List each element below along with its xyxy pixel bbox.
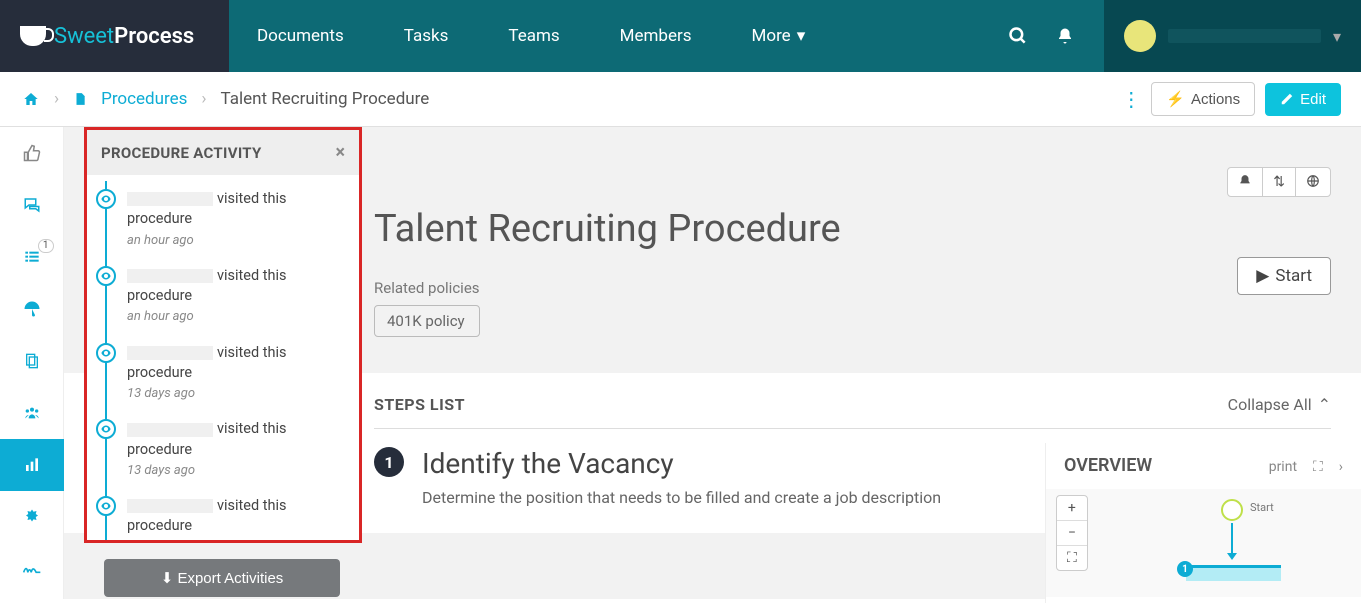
home-icon[interactable] bbox=[22, 91, 40, 107]
activity-user-placeholder bbox=[127, 423, 213, 437]
actions-label: Actions bbox=[1191, 91, 1240, 108]
rail-copy[interactable] bbox=[0, 335, 64, 387]
chevron-down-icon: ▾ bbox=[1333, 27, 1341, 46]
globe-icon[interactable] bbox=[1296, 168, 1330, 196]
activity-user-placeholder bbox=[127, 346, 213, 360]
flow-connector bbox=[1231, 523, 1233, 557]
related-label: Related policies bbox=[374, 279, 480, 297]
activity-time: an hour ago bbox=[127, 232, 345, 250]
overview-panel: OVERVIEW print ⛶ › + − ⛶ Start bbox=[1045, 443, 1361, 603]
flow-arrow-icon bbox=[1227, 553, 1237, 560]
activity-item: visited this procedure bbox=[87, 488, 359, 540]
drawer-close-icon[interactable]: × bbox=[335, 142, 345, 163]
bell-small-icon[interactable] bbox=[1228, 168, 1263, 196]
eye-icon bbox=[96, 343, 116, 363]
step-number: 1 bbox=[374, 447, 404, 477]
activity-item: visited this procedure 13 days ago bbox=[87, 411, 359, 488]
start-label: Start bbox=[1275, 266, 1312, 286]
zoom-out[interactable]: − bbox=[1057, 521, 1087, 546]
flow-start-label: Start bbox=[1250, 501, 1274, 514]
bell-icon[interactable] bbox=[1056, 26, 1074, 46]
flow-start-node[interactable] bbox=[1221, 499, 1243, 521]
activity-item: visited this procedure an hour ago bbox=[87, 181, 359, 258]
chevron-down-icon: ▾ bbox=[797, 26, 806, 46]
page-title: Talent Recruiting Procedure bbox=[374, 207, 1361, 251]
breadcrumb-parent[interactable]: Procedures bbox=[101, 89, 187, 109]
activity-time: 13 days ago bbox=[127, 462, 345, 480]
rail-teams[interactable] bbox=[0, 387, 64, 439]
logo[interactable]: SweetProcess bbox=[0, 0, 229, 72]
export-label: Export Activities bbox=[177, 570, 283, 587]
edit-label: Edit bbox=[1300, 91, 1326, 108]
eye-icon bbox=[96, 189, 116, 209]
rail-badge-icon[interactable] bbox=[0, 491, 64, 543]
nav-members[interactable]: Members bbox=[620, 26, 692, 46]
collapse-label: Collapse All bbox=[1228, 395, 1312, 414]
nav-tasks[interactable]: Tasks bbox=[404, 26, 449, 46]
drawer-body[interactable]: visited this procedure an hour ago visit… bbox=[87, 175, 359, 540]
breadcrumb: › Procedures › Talent Recruiting Procedu… bbox=[22, 89, 429, 109]
start-button[interactable]: ▶ Start bbox=[1237, 257, 1331, 295]
activity-drawer: PROCEDURE ACTIVITY × visited this proced… bbox=[84, 127, 362, 543]
brand-process: Process bbox=[114, 24, 194, 49]
nav-more[interactable]: More ▾ bbox=[752, 26, 806, 46]
activity-item: visited this procedure an hour ago bbox=[87, 258, 359, 335]
rail-badge: 1 bbox=[38, 239, 54, 253]
document-icon bbox=[73, 91, 87, 107]
rail-thumbs-up[interactable] bbox=[0, 127, 64, 179]
eye-icon bbox=[96, 266, 116, 286]
rail-tasks[interactable]: 1 bbox=[0, 231, 64, 283]
activity-user-placeholder bbox=[127, 499, 213, 513]
eye-icon bbox=[96, 419, 116, 439]
more-dots-icon[interactable]: ⋮ bbox=[1121, 87, 1141, 111]
export-activities-button[interactable]: ⬇ Export Activities bbox=[104, 559, 340, 597]
eye-icon bbox=[96, 496, 116, 516]
overview-title: OVERVIEW bbox=[1064, 455, 1257, 476]
breadcrumb-current: Talent Recruiting Procedure bbox=[221, 89, 430, 109]
rail-signature[interactable] bbox=[0, 543, 64, 595]
sort-icon[interactable]: ⇅ bbox=[1263, 168, 1296, 196]
zoom-fit[interactable]: ⛶ bbox=[1057, 546, 1087, 570]
flow-step-number: 1 bbox=[1177, 561, 1193, 577]
download-icon: ⬇ bbox=[161, 570, 174, 587]
play-icon: ▶ bbox=[1256, 266, 1269, 286]
activity-user-placeholder bbox=[127, 192, 213, 206]
search-icon[interactable] bbox=[1008, 26, 1028, 46]
nav-teams[interactable]: Teams bbox=[508, 26, 559, 46]
activity-item: visited this procedure 13 days ago bbox=[87, 335, 359, 412]
nav-more-label: More bbox=[752, 26, 791, 46]
print-link[interactable]: print bbox=[1269, 459, 1297, 475]
zoom-in[interactable]: + bbox=[1057, 496, 1087, 521]
user-name-placeholder bbox=[1168, 29, 1321, 43]
flow-step-node[interactable] bbox=[1186, 565, 1281, 581]
rail-umbrella[interactable] bbox=[0, 283, 64, 335]
policy-chip[interactable]: 401K policy bbox=[374, 305, 480, 337]
rail-stats[interactable] bbox=[0, 439, 64, 491]
user-menu[interactable]: ▾ bbox=[1104, 0, 1361, 72]
bolt-icon: ⚡ bbox=[1166, 90, 1185, 108]
drawer-title: PROCEDURE ACTIVITY bbox=[101, 144, 262, 162]
edit-button[interactable]: Edit bbox=[1265, 83, 1341, 116]
activity-time: an hour ago bbox=[127, 308, 345, 326]
steps-title: STEPS LIST bbox=[374, 395, 465, 414]
expand-icon[interactable]: ⛶ bbox=[1313, 459, 1323, 475]
brand-sweet: Sweet bbox=[54, 24, 114, 49]
actions-button[interactable]: ⚡ Actions bbox=[1151, 82, 1255, 116]
edit-icon bbox=[1280, 92, 1294, 106]
rail-comments[interactable] bbox=[0, 179, 64, 231]
nav-documents[interactable]: Documents bbox=[257, 26, 344, 46]
activity-user-placeholder bbox=[127, 269, 213, 283]
chevron-up-icon: ⌃ bbox=[1318, 395, 1331, 414]
cup-icon bbox=[20, 26, 46, 46]
collapse-all[interactable]: Collapse All ⌃ bbox=[1228, 395, 1331, 414]
avatar bbox=[1124, 20, 1156, 52]
activity-time: 13 days ago bbox=[127, 385, 345, 403]
chevron-right-icon[interactable]: › bbox=[1339, 459, 1343, 475]
